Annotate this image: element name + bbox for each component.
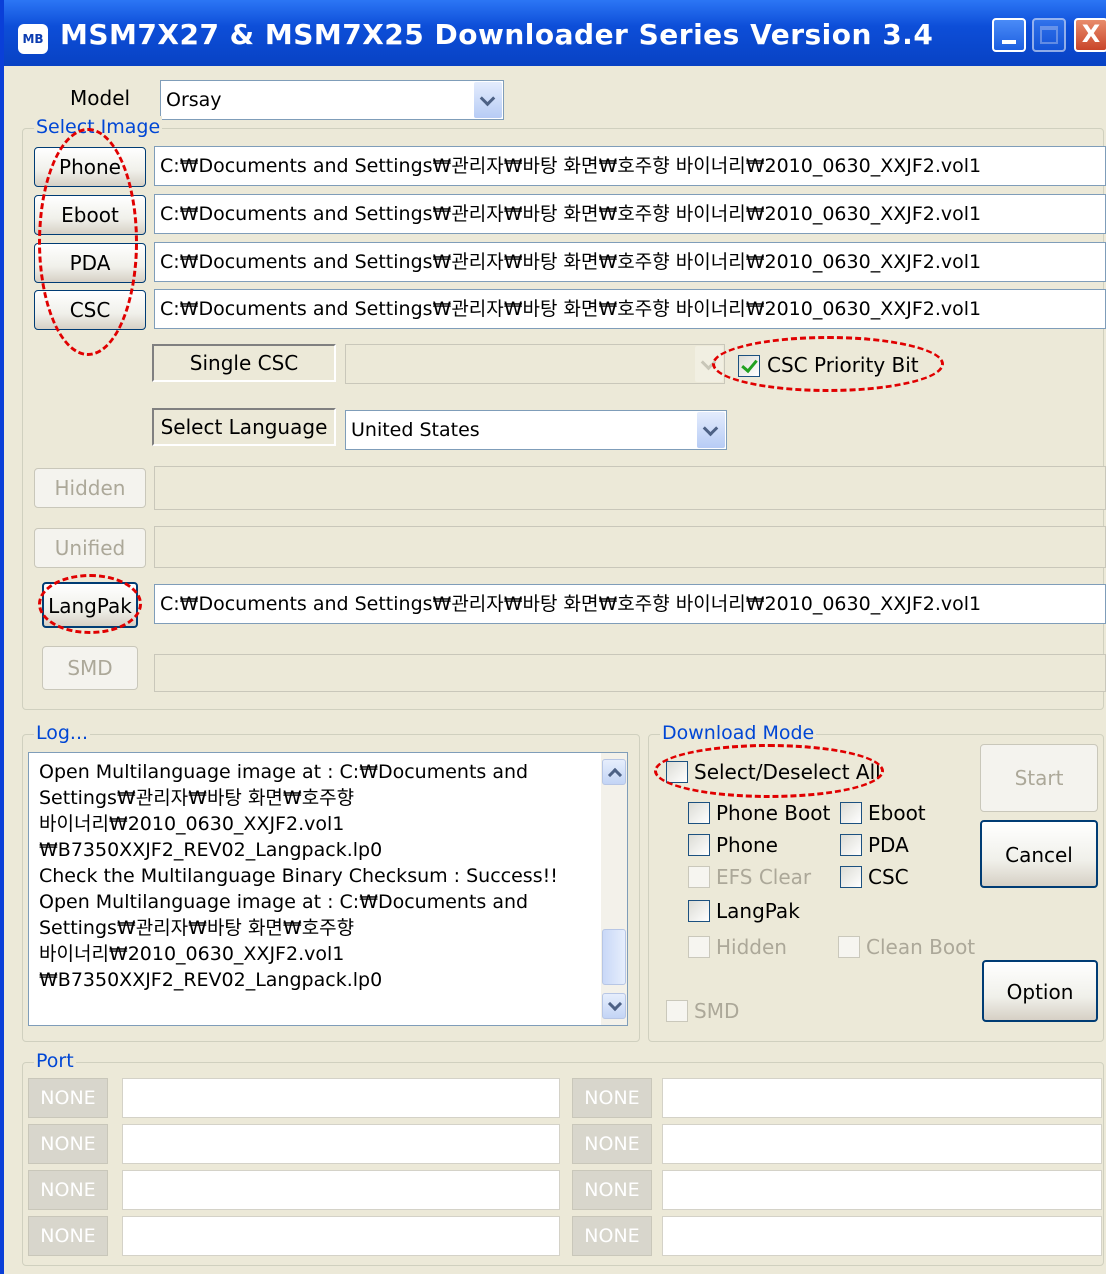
pda-checkbox[interactable] xyxy=(840,834,862,856)
port-title: Port xyxy=(34,1050,76,1072)
log-line: 바이너리₩2010_0630_XXJF2.vol1 xyxy=(39,943,345,965)
title-bar[interactable]: MB MSM7X27 & MSM7X25 Downloader Series V… xyxy=(4,0,1106,66)
model-label: Model xyxy=(70,86,131,110)
csc-priority-bit-label: CSC Priority Bit xyxy=(767,353,919,377)
single-csc-label: Single CSC xyxy=(152,344,336,382)
minimize-icon xyxy=(1002,40,1016,44)
model-select-value: Orsay xyxy=(166,89,222,111)
log-content: Open Multilanguage image at : C:₩Documen… xyxy=(39,759,599,993)
hidden-checkbox xyxy=(688,936,710,958)
single-csc-select xyxy=(345,344,725,384)
smd-label: SMD xyxy=(694,999,740,1023)
chevron-down-icon[interactable] xyxy=(697,412,725,448)
langpak-checkbox[interactable] xyxy=(688,900,710,922)
scroll-down-icon[interactable] xyxy=(602,993,626,1019)
log-line: Settings₩관리자₩바탕 화면₩호주향 xyxy=(39,787,355,809)
hidden-path-field xyxy=(154,466,1106,510)
eboot-label: Eboot xyxy=(868,801,926,825)
port-button-7: NONE xyxy=(28,1216,108,1256)
port-button-5: NONE xyxy=(28,1170,108,1210)
scroll-up-icon[interactable] xyxy=(602,759,626,785)
smd-path-field xyxy=(154,654,1106,692)
select-language-label: Select Language xyxy=(152,408,336,446)
pda-label: PDA xyxy=(868,833,909,857)
port-field-8 xyxy=(662,1216,1102,1256)
smd-button: SMD xyxy=(42,646,138,690)
select-image-title: Select Image xyxy=(34,116,163,138)
smd-checkbox xyxy=(666,1000,688,1022)
langpak-path-field[interactable]: C:₩Documents and Settings₩관리자₩바탕 화면₩호주향 … xyxy=(154,584,1106,624)
csc-label: CSC xyxy=(868,865,909,889)
hidden-button: Hidden xyxy=(34,468,146,508)
downloader-window: MB MSM7X27 & MSM7X25 Downloader Series V… xyxy=(0,0,1106,1274)
phone-button[interactable]: Phone xyxy=(34,147,146,187)
window-title: MSM7X27 & MSM7X25 Downloader Series Vers… xyxy=(60,18,934,51)
port-button-1: NONE xyxy=(28,1078,108,1118)
start-button: Start xyxy=(980,744,1098,812)
langpak-label: LangPak xyxy=(716,899,800,923)
clean-boot-checkbox xyxy=(838,936,860,958)
scroll-thumb[interactable] xyxy=(602,929,626,985)
phone-checkbox[interactable] xyxy=(688,834,710,856)
unified-button: Unified xyxy=(34,528,146,568)
log-line: ₩B7350XXJF2_REV02_Langpack.lp0 xyxy=(39,969,383,991)
unified-path-field xyxy=(154,526,1106,568)
cancel-button[interactable]: Cancel xyxy=(980,820,1098,888)
port-field-4 xyxy=(662,1124,1102,1164)
csc-button[interactable]: CSC xyxy=(34,290,146,330)
phone-label: Phone xyxy=(716,833,778,857)
port-field-2 xyxy=(662,1078,1102,1118)
log-line: Open Multilanguage image at : C:₩Documen… xyxy=(39,891,529,913)
eboot-button[interactable]: Eboot xyxy=(34,195,146,235)
model-select[interactable]: Orsay xyxy=(160,80,504,120)
download-mode-title: Download Mode xyxy=(660,722,817,744)
csc-priority-bit-checkbox[interactable] xyxy=(738,355,760,377)
app-icon: MB xyxy=(18,24,48,54)
csc-checkbox[interactable] xyxy=(840,866,862,888)
port-button-4: NONE xyxy=(572,1124,652,1164)
option-button[interactable]: Option xyxy=(982,960,1098,1022)
pda-path-field[interactable]: C:₩Documents and Settings₩관리자₩바탕 화면₩호주향 … xyxy=(154,242,1106,282)
chevron-down-icon[interactable] xyxy=(474,82,502,118)
log-line: Settings₩관리자₩바탕 화면₩호주향 xyxy=(39,917,355,939)
efs-clear-checkbox xyxy=(688,866,710,888)
log-title: Log... xyxy=(34,722,91,744)
port-button-6: NONE xyxy=(572,1170,652,1210)
port-button-2: NONE xyxy=(572,1078,652,1118)
port-button-3: NONE xyxy=(28,1124,108,1164)
log-textarea[interactable]: Open Multilanguage image at : C:₩Documen… xyxy=(28,752,628,1026)
port-field-1 xyxy=(122,1078,560,1118)
port-button-8: NONE xyxy=(572,1216,652,1256)
clean-boot-label: Clean Boot xyxy=(866,935,976,959)
log-line: Open Multilanguage image at : C:₩Documen… xyxy=(39,761,529,783)
log-scrollbar[interactable] xyxy=(601,753,627,1025)
log-line: ₩B7350XXJF2_REV02_Langpack.lp0 xyxy=(39,839,383,861)
maximize-icon xyxy=(1040,26,1058,44)
log-line: Check the Multilanguage Binary Checksum … xyxy=(39,865,558,887)
hidden-label: Hidden xyxy=(716,935,787,959)
maximize-button xyxy=(1032,18,1066,52)
eboot-path-field[interactable]: C:₩Documents and Settings₩관리자₩바탕 화면₩호주향 … xyxy=(154,194,1106,234)
language-select-value: United States xyxy=(351,419,480,441)
select-all-checkbox[interactable] xyxy=(666,761,688,783)
language-select[interactable]: United States xyxy=(345,410,727,450)
efs-clear-label: EFS Clear xyxy=(716,865,812,889)
csc-path-field[interactable]: C:₩Documents and Settings₩관리자₩바탕 화면₩호주향 … xyxy=(154,289,1106,329)
eboot-checkbox[interactable] xyxy=(840,802,862,824)
select-all-label: Select/Deselect All xyxy=(694,760,881,784)
close-button[interactable]: X xyxy=(1074,18,1106,52)
port-field-3 xyxy=(122,1124,560,1164)
port-field-7 xyxy=(122,1216,560,1256)
phone-boot-label: Phone Boot xyxy=(716,801,831,825)
phone-path-field[interactable]: C:₩Documents and Settings₩관리자₩바탕 화면₩호주향 … xyxy=(154,146,1106,186)
phone-boot-checkbox[interactable] xyxy=(688,802,710,824)
pda-button[interactable]: PDA xyxy=(34,243,146,283)
langpak-button[interactable]: LangPak xyxy=(42,582,138,628)
log-line: 바이너리₩2010_0630_XXJF2.vol1 xyxy=(39,813,345,835)
chevron-down-icon xyxy=(695,346,723,382)
minimize-button[interactable] xyxy=(992,18,1026,52)
port-field-5 xyxy=(122,1170,560,1210)
port-field-6 xyxy=(662,1170,1102,1210)
